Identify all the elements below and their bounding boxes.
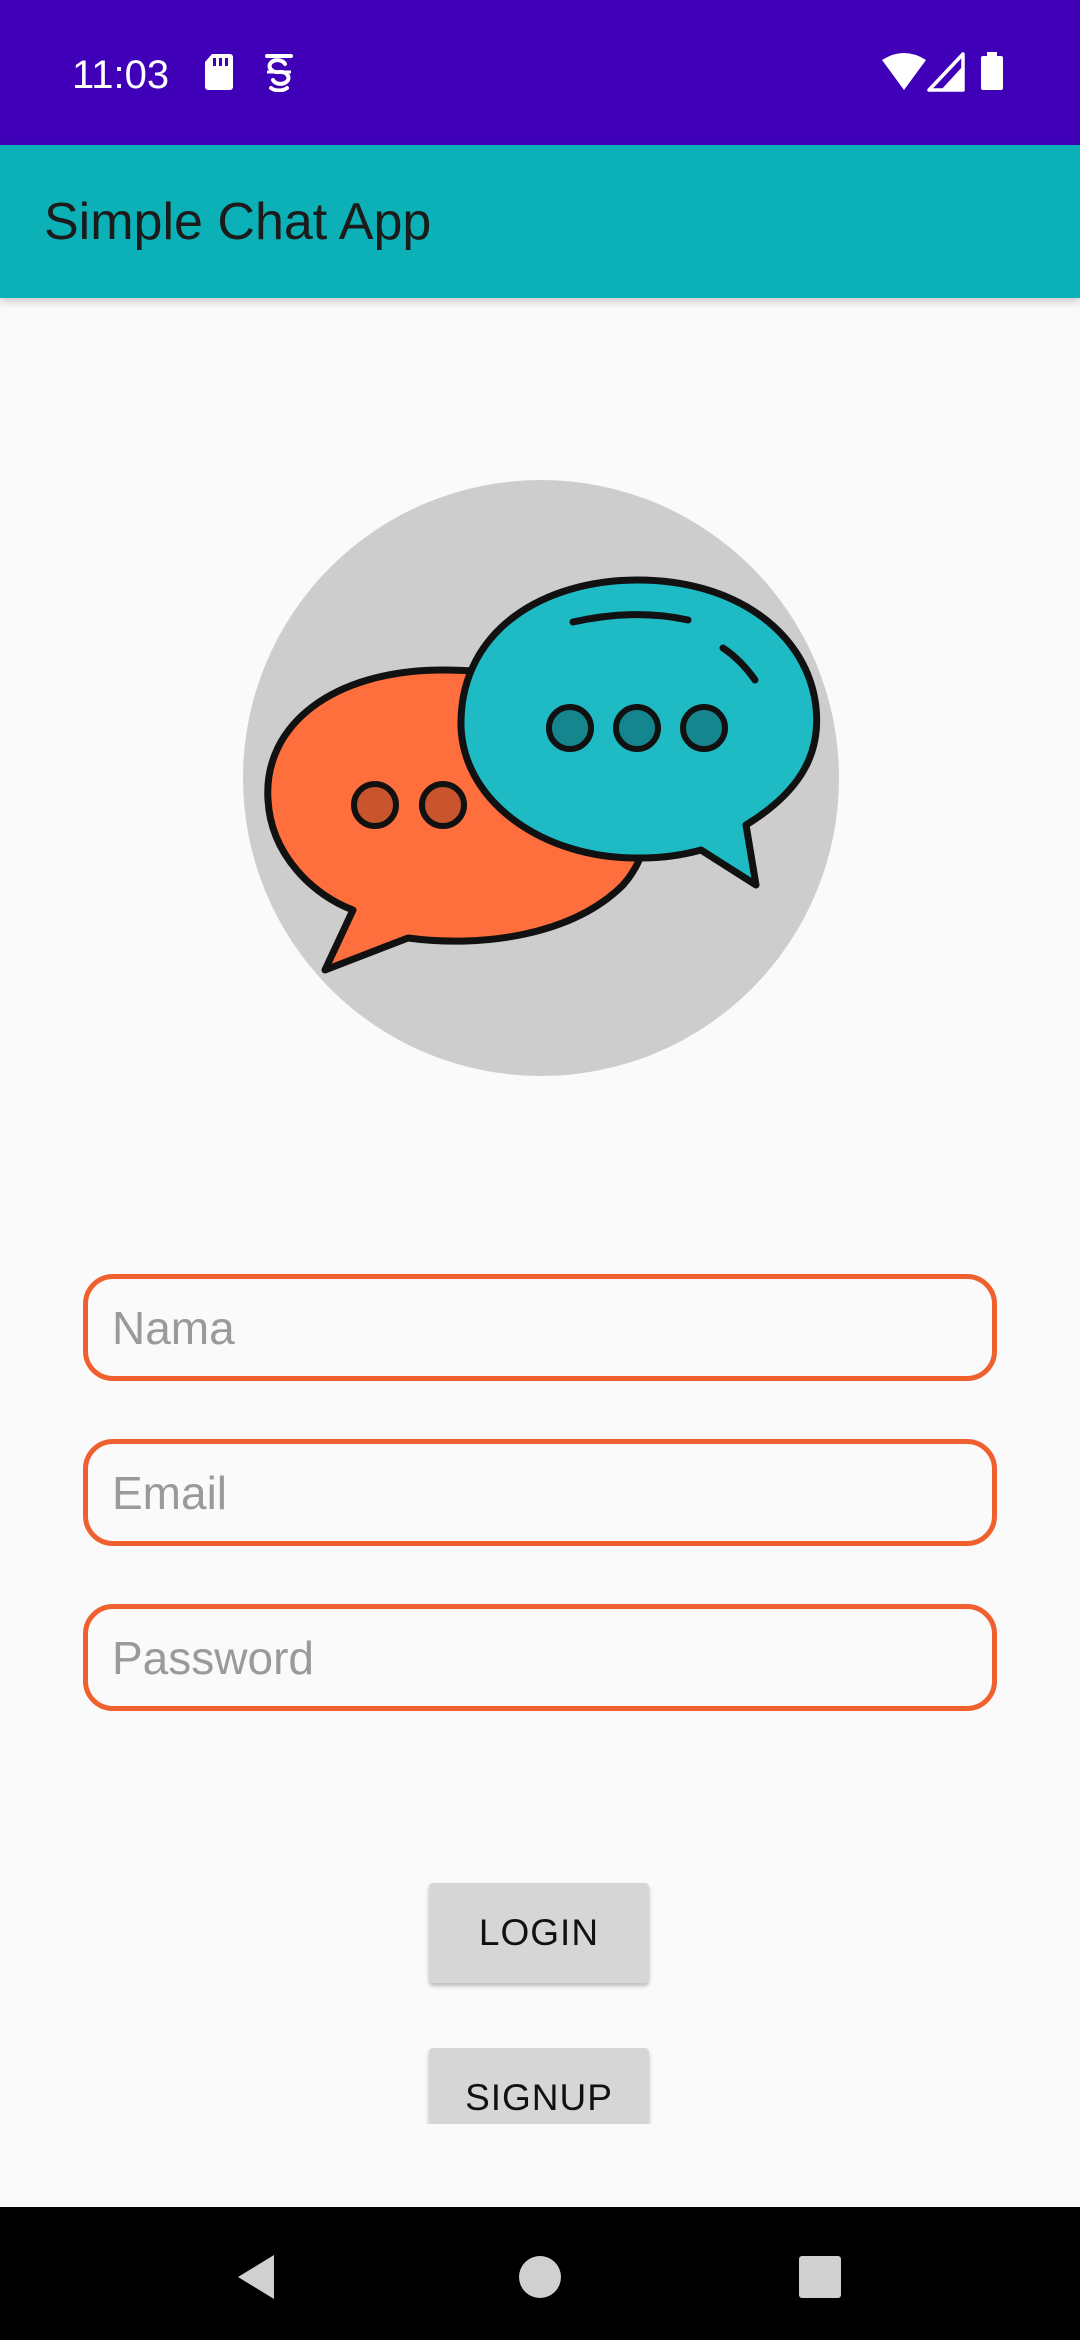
password-field[interactable] bbox=[83, 1604, 997, 1711]
cell-signal-icon bbox=[927, 52, 965, 97]
sd-card-icon bbox=[204, 52, 234, 97]
recents-icon[interactable] bbox=[780, 2237, 860, 2317]
status-time: 11:03 bbox=[72, 53, 170, 97]
app-bar: Simple Chat App bbox=[0, 145, 1080, 298]
battery-icon bbox=[980, 52, 1004, 97]
chat-bubbles-icon bbox=[243, 480, 839, 1076]
status-bar: 11:03 bbox=[0, 0, 1080, 145]
wifi-icon bbox=[882, 52, 926, 97]
back-icon[interactable] bbox=[216, 2237, 296, 2317]
login-button[interactable]: LOGIN bbox=[429, 1883, 649, 1983]
accessibility-icon bbox=[263, 52, 295, 97]
navigation-bar bbox=[0, 2207, 1080, 2340]
email-field[interactable] bbox=[83, 1439, 997, 1546]
signup-button-container: SIGNUP bbox=[420, 2040, 660, 2124]
app-title: Simple Chat App bbox=[44, 193, 432, 251]
signup-button[interactable]: SIGNUP bbox=[429, 2048, 649, 2124]
name-field[interactable] bbox=[83, 1274, 997, 1381]
login-screen: 11:03 Simple Chat App Nama Email LOGIN S… bbox=[0, 0, 1080, 2340]
home-icon[interactable] bbox=[500, 2237, 580, 2317]
